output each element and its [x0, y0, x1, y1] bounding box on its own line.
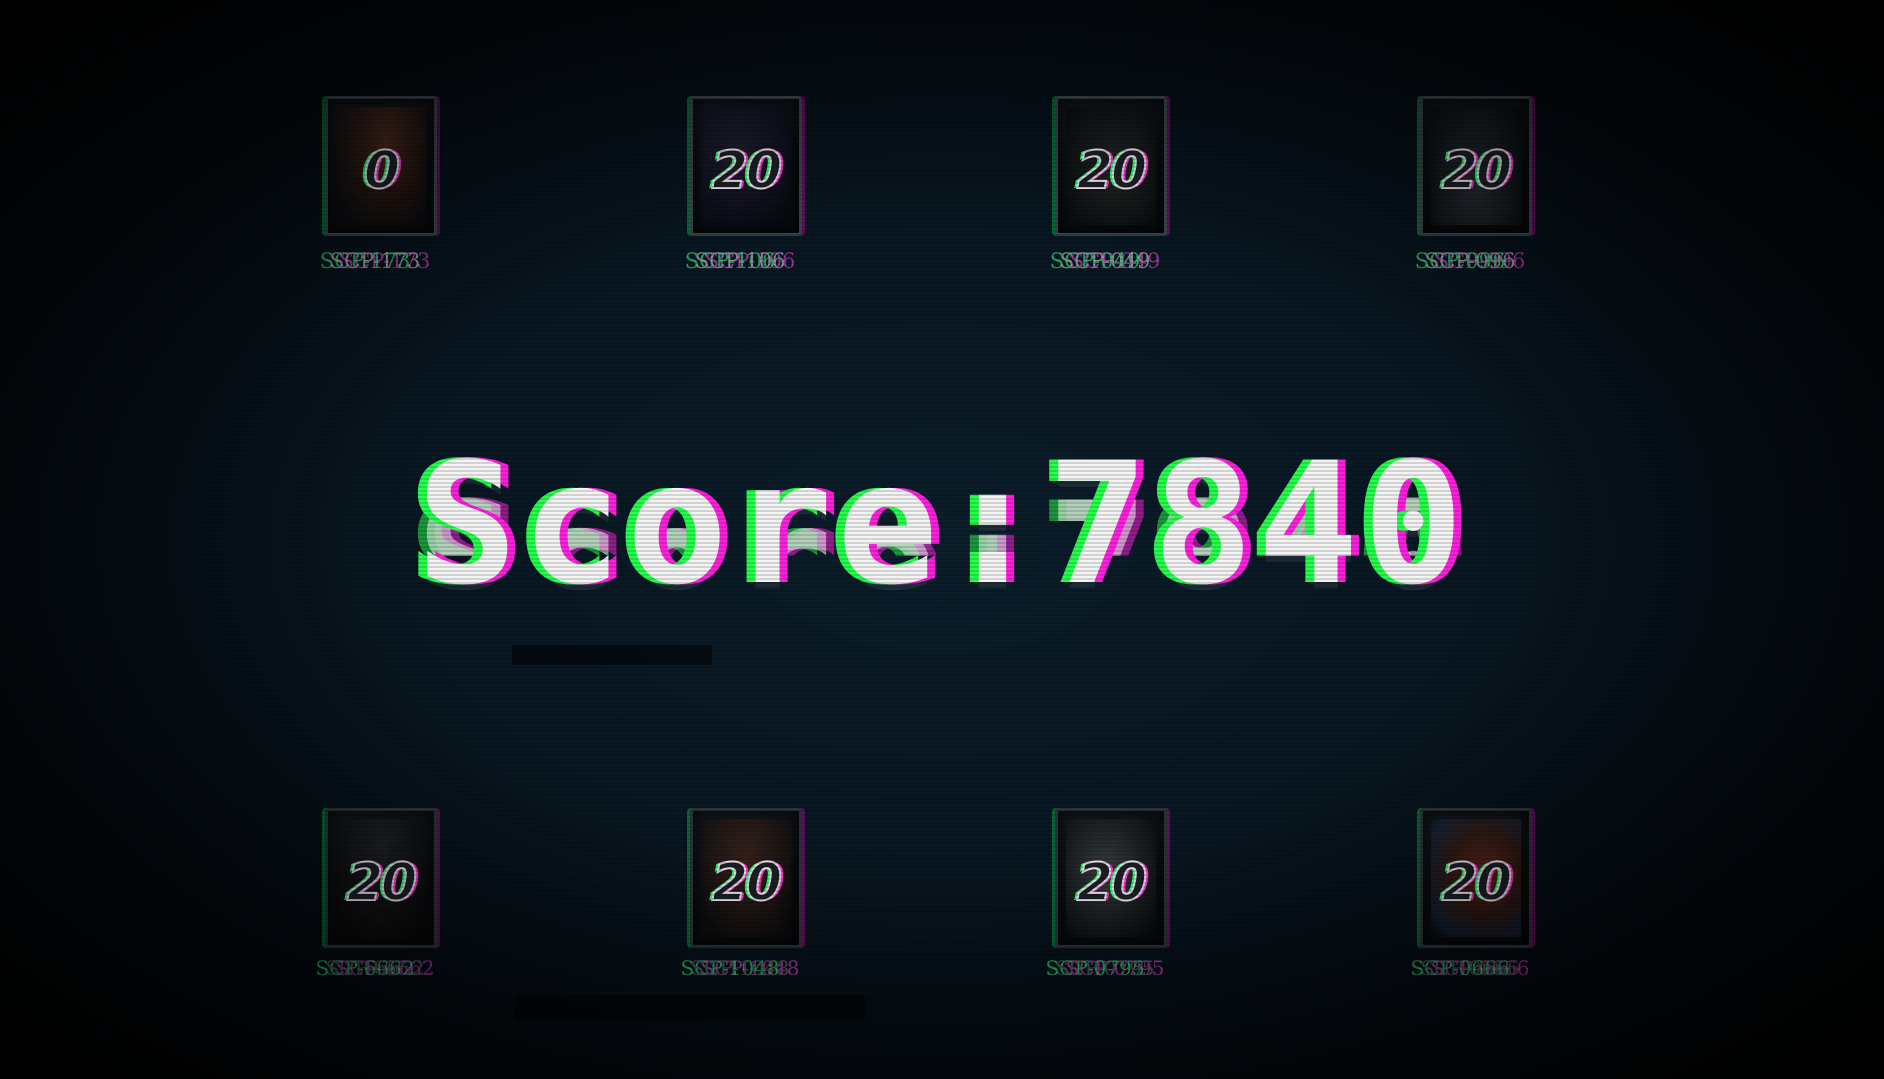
card-scp-0666[interactable]: 20 SCP-0666 — [1395, 808, 1545, 1008]
card-cost: 0 — [363, 140, 401, 202]
card-name: SCP-0666 — [1420, 956, 1520, 980]
card-frame: 20 — [690, 96, 802, 236]
card-name: SCP-0795 — [1055, 956, 1155, 980]
card-name: SCP-049 — [1059, 249, 1151, 273]
card-frame: 20 — [325, 808, 437, 948]
card-name: SCP-1048 — [690, 956, 790, 980]
card-name: SCP-096 — [1424, 249, 1516, 273]
card-frame: 20 — [1420, 96, 1532, 236]
card-name: SCP-6662 — [325, 956, 425, 980]
card-cost: 20 — [1076, 140, 1148, 202]
card-cost: 20 — [1441, 852, 1513, 914]
card-scp-0795[interactable]: 20 SCP-0795 — [1030, 808, 1180, 1008]
glitch-bar — [512, 645, 712, 665]
glitch-bar — [515, 995, 865, 1021]
card-scp-049[interactable]: 20 SCP-049 — [1030, 96, 1180, 296]
card-scp-173[interactable]: 0 SCP-173 — [300, 96, 450, 296]
card-scp-1048[interactable]: 20 SCP-1048 — [665, 808, 815, 1008]
card-cost: 20 — [346, 852, 418, 914]
card-name: SCP-173 — [329, 249, 421, 273]
card-cost: 20 — [711, 140, 783, 202]
card-scp-106[interactable]: 20 SCP-106 — [665, 96, 815, 296]
game-screen: 0 SCP-173 20 SCP-106 20 SCP-049 20 SCP-0… — [0, 0, 1884, 1079]
card-frame: 0 — [325, 96, 437, 236]
card-scp-096[interactable]: 20 SCP-096 — [1395, 96, 1545, 296]
card-cost: 20 — [1441, 140, 1513, 202]
card-cost: 20 — [1076, 852, 1148, 914]
card-frame: 20 — [1055, 808, 1167, 948]
score-display: Score:7840 — [0, 440, 1884, 608]
card-frame: 20 — [1055, 96, 1167, 236]
card-name: SCP-106 — [694, 249, 786, 273]
card-scp-6662[interactable]: 20 SCP-6662 — [300, 808, 450, 1008]
card-frame: 20 — [1420, 808, 1532, 948]
card-cost: 20 — [711, 852, 783, 914]
score-text: Score:7840 — [416, 426, 1468, 622]
card-frame: 20 — [690, 808, 802, 948]
